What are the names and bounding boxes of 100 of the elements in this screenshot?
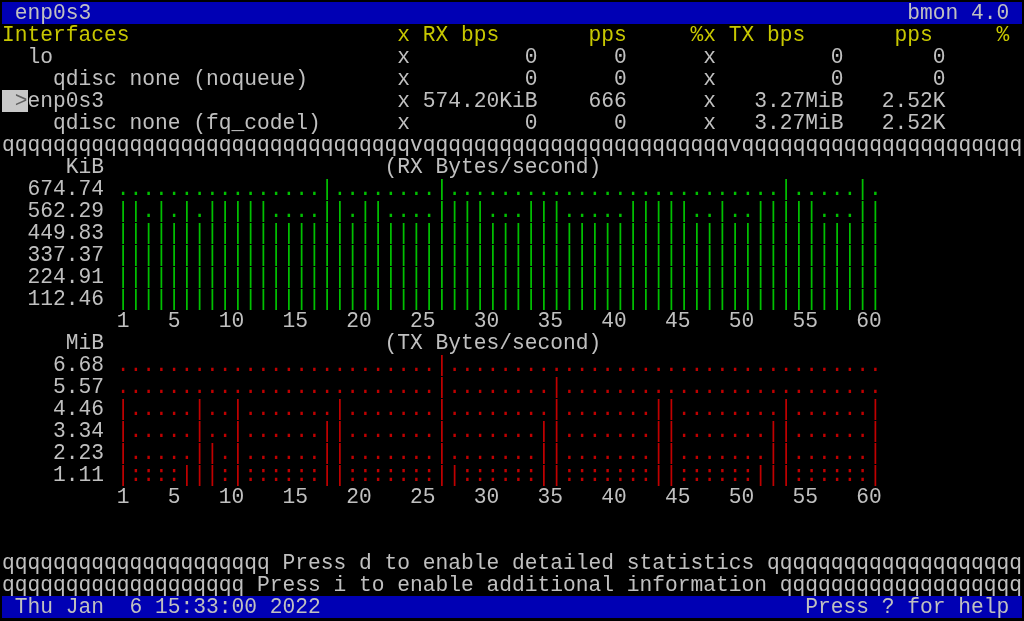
x-axis-label: 55 [792, 486, 818, 508]
graph-title: (RX Bytes/second) [384, 156, 602, 178]
column-heading: pps [588, 24, 627, 46]
rx-bps-value: 0 [524, 46, 538, 68]
column-separator: x [397, 112, 410, 134]
column-separator: x [397, 46, 410, 68]
x-axis-label: 20 [346, 486, 372, 508]
separator-line: qqqqqqqqqqqqqqqqqqq [2, 574, 245, 596]
x-axis-label: 55 [792, 310, 818, 332]
y-axis-label: 6.68 [53, 354, 104, 376]
x-axis-label: 1 [116, 310, 130, 332]
x-axis-label: 15 [282, 486, 308, 508]
x-axis-label: 30 [473, 486, 500, 508]
y-axis-label: 449.83 [27, 222, 104, 244]
x-axis-label: 50 [728, 486, 755, 508]
graph-row: |||||||||||||||||||||||||||||||||||||||||||||||||||||||||||| [116, 266, 882, 288]
separator-line: qqqqqqqqqqqqqqqqqqqqq [2, 552, 270, 574]
rx-pps-value: 0 [614, 46, 627, 68]
x-axis-label: 30 [473, 310, 500, 332]
graph-row: ||.|.|.|||||....||.||....||||...|||.....|||||..|..|||||...|| [116, 200, 882, 222]
hint-text: Press d to enable detailed statistics [282, 552, 755, 574]
y-axis-label: 1.11 [53, 464, 104, 486]
tx-bps-value: 0 [830, 68, 844, 90]
graph-row: |||||||||||||||||||||||||||||||||||||||||||||||||||||||||||| [116, 244, 882, 266]
x-axis-label: 35 [537, 486, 563, 508]
column-separator: x [703, 112, 716, 134]
y-axis-label: 4.46 [53, 398, 104, 420]
interface-name[interactable]: lo [27, 46, 53, 68]
tx-pps-value: 2.52K [881, 112, 946, 134]
graph-row: |.....||.|......||.......|.......||.......||.......||......| [116, 442, 882, 464]
rx-pps-value: 666 [588, 90, 627, 112]
x-axis-label: 40 [601, 486, 627, 508]
y-axis-label: 2.23 [53, 442, 104, 464]
x-axis-label: 45 [665, 310, 691, 332]
rx-pps-value: 0 [614, 68, 627, 90]
graph-row: |.....|..|.......|.......|........|.......||........|......| [116, 398, 882, 420]
rx-bps-value: 0 [524, 68, 538, 90]
graph-row: |::::|||:|::::::||:::::::||::::::||:::::::||::::::|||::::::| [116, 464, 882, 486]
separator-line: qqqqqqqqqqqqqqqqqqqq [767, 552, 1022, 574]
date-time: Thu Jan 6 15:33:00 2022 [14, 596, 321, 618]
x-axis-label: 25 [410, 310, 436, 332]
y-axis-label: 337.37 [27, 244, 104, 266]
help-hint: Press ? for help [805, 596, 1010, 618]
y-axis-label: 5.57 [53, 376, 104, 398]
interfaces-heading: Interfaces [2, 24, 130, 46]
interface-name[interactable]: qdisc none (noqueue) [53, 68, 308, 90]
column-separator: x [703, 90, 716, 112]
column-heading: x [397, 24, 410, 46]
x-axis-label: 50 [728, 310, 755, 332]
rx-bps-value: 0 [524, 112, 538, 134]
selection-cursor: > [2, 90, 28, 112]
x-axis-label: 60 [856, 310, 882, 332]
y-axis-label: 112.46 [27, 288, 104, 310]
interface-name[interactable]: enp0s3 [27, 90, 104, 112]
x-axis-label: 40 [601, 310, 627, 332]
graph-row: |||||||||||||||||||||||||||||||||||||||||||||||||||||||||||| [116, 222, 882, 244]
y-axis-label: 224.91 [27, 266, 104, 288]
graph-row: ................|........|..........................|.....|. [116, 178, 882, 200]
unit-label: KiB [65, 156, 104, 178]
rx-bps-value: 574.20KiB [422, 90, 538, 112]
graph-title: (TX Bytes/second) [384, 332, 602, 354]
x-axis-label: 5 [167, 310, 181, 332]
x-axis-label: 35 [537, 310, 563, 332]
app-version: bmon 4.0 [907, 2, 1010, 24]
graph-row: .........................|.................................. [116, 354, 882, 376]
tx-bps-value: 3.27MiB [754, 112, 844, 134]
interface-name[interactable]: qdisc none (fq_codel) [53, 112, 321, 134]
graph-row: .........................|........|......................... [116, 376, 882, 398]
tx-pps-value: 0 [932, 46, 946, 68]
rx-pps-value: 0 [614, 112, 627, 134]
separator-line: qqqqqqqqqqqqqqqqqqqqqqqqqqqqqqqqvqqqqqqqqqqqqqqqqqqqqqqqqvqqqqqqqqqqqqqqqqqqqqqq [2, 134, 1022, 156]
column-heading: TX bps [728, 24, 806, 46]
column-heading: pps [894, 24, 933, 46]
y-axis-label: 674.74 [27, 178, 104, 200]
y-axis-label: 3.34 [53, 420, 104, 442]
column-heading: % [996, 24, 1010, 46]
column-separator: x [703, 46, 716, 68]
y-axis-label: 562.29 [27, 200, 104, 222]
column-separator: x [703, 68, 716, 90]
x-axis-label: 5 [167, 486, 181, 508]
x-axis-label: 10 [218, 310, 245, 332]
x-axis-label: 45 [665, 486, 691, 508]
hint-text: Press i to enable additional information [257, 574, 767, 596]
separator-line: qqqqqqqqqqqqqqqqqqq [779, 574, 1022, 596]
tx-bps-value: 3.27MiB [754, 90, 844, 112]
x-axis-label: 60 [856, 486, 882, 508]
column-separator: x [397, 90, 410, 112]
x-axis-label: 20 [346, 310, 372, 332]
graph-row: |.....|..|......||.......|.......||.......||.......||......| [116, 420, 882, 442]
tx-pps-value: 2.52K [881, 90, 946, 112]
x-axis-label: 1 [116, 486, 130, 508]
x-axis-label: 15 [282, 310, 308, 332]
tx-pps-value: 0 [932, 68, 946, 90]
column-heading: %x [690, 24, 716, 46]
x-axis-label: 25 [410, 486, 436, 508]
graph-row: |||||||||||||||||||||||||||||||||||||||||||||||||||||||||||| [116, 288, 882, 310]
tx-bps-value: 0 [830, 46, 844, 68]
unit-label: MiB [65, 332, 104, 354]
x-axis-label: 10 [218, 486, 245, 508]
interface-title: enp0s3 [14, 2, 92, 24]
